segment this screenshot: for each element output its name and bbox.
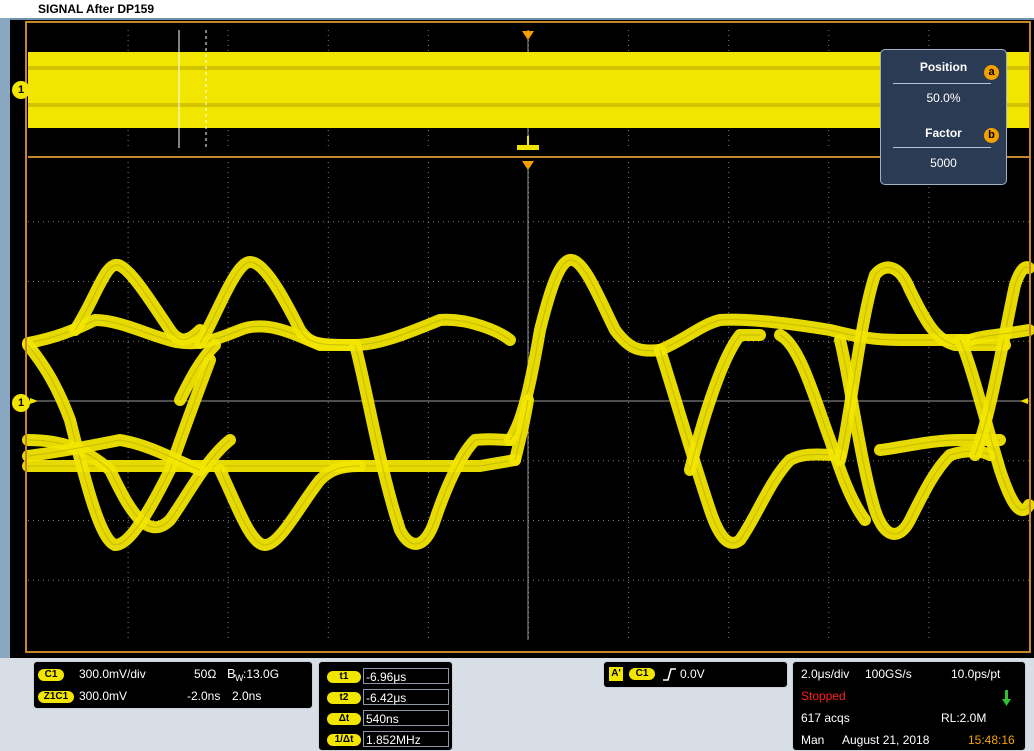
trigger-mode: Man [801,733,825,747]
vertical-scale: 300.0mV/div [79,667,146,681]
zoom-channel-badge[interactable]: Z1C1 [38,691,74,703]
acquisition-panel[interactable]: 2.0μs/div 100GS/s 10.0ps/pt Stopped 617 … [792,661,1026,751]
cursor-frequency-value[interactable]: 1.852MHz [363,731,449,747]
trigger-mode-badge[interactable]: A' [609,667,623,681]
zoom-position-value[interactable]: 50.0% [881,91,1006,105]
cursor-readout-panel[interactable]: t1 -6.96μs t2 -6.42μs Δt 540ns 1/Δt 1.85… [318,661,453,751]
zoom-position-1: -2.0ns [187,689,221,703]
cursor-delta-badge: Δt [327,713,361,725]
cursor-t2-badge: t2 [327,692,361,704]
zoom-menu[interactable]: Position a 50.0% Factor b 5000 [880,49,1007,185]
vertical-settings-panel[interactable]: C1 300.0mV/div 50Ω B W :13.0G Z1C1 300.0… [33,661,313,709]
channel-1-overview-marker[interactable]: 1 [12,81,30,99]
acquisition-state: Stopped [801,689,846,703]
cursor-delta-value[interactable]: 540ns [363,710,449,726]
date: August 21, 2018 [842,733,930,747]
trigger-panel[interactable]: A' C1 0.0V [603,661,788,688]
divider [893,147,991,148]
knob-a-icon[interactable]: a [984,65,999,80]
cursor-frequency-badge: 1/Δt [327,734,361,746]
zoom-position-2: 2.0ns [232,689,262,703]
resolution: 10.0ps/pt [951,667,1001,681]
horizontal-scale: 2.0μs/div [801,667,850,681]
cursor-t2-value[interactable]: -6.42μs [363,689,449,705]
sample-rate: 100GS/s [865,667,912,681]
impedance: 50Ω [194,667,217,681]
divider [893,83,991,84]
run-state-arrow-icon [1002,690,1011,706]
zoom-scale: 300.0mV [79,689,128,703]
channel-1-zoom-marker[interactable]: 1 [12,394,30,412]
rising-edge-icon [663,668,676,681]
knob-b-icon[interactable]: b [984,128,999,143]
time: 15:48:16 [968,733,1015,747]
record-length: RL:2.0M [941,711,987,725]
channel-1-badge[interactable]: C1 [38,669,64,681]
trigger-level: 0.0V [680,667,705,681]
trigger-source-badge[interactable]: C1 [629,668,655,680]
cursor-t1-badge: t1 [327,671,361,683]
acquisition-count: 617 acqs [801,711,850,725]
bandwidth-value: :13.0G [243,667,280,681]
zoom-factor-value[interactable]: 5000 [881,156,1006,170]
status-bar: C1 300.0mV/div 50Ω B W :13.0G Z1C1 300.0… [0,658,1034,751]
cursor-t1-value[interactable]: -6.96μs [363,668,449,684]
